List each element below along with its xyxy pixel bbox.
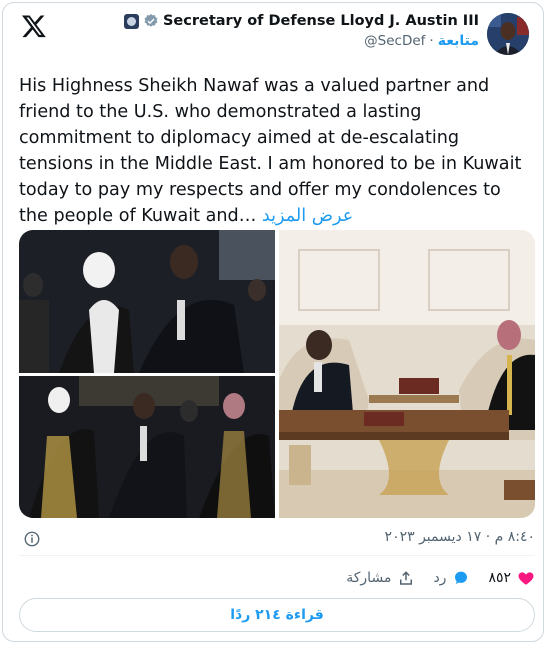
verified-badge-icon [144, 14, 158, 27]
timestamp[interactable]: ٨:٤٠ م · ١٧ ديسمبر ٢٠٢٣ [385, 529, 535, 545]
action-bar: ٨٥٢ رد مشاركة [19, 567, 535, 589]
show-more-link[interactable]: عرض المزيد [262, 206, 353, 226]
follow-button[interactable]: متابعة [438, 33, 479, 49]
heart-icon [518, 572, 534, 585]
tweet-body: His Highness Sheikh Nawaf was a valued p… [19, 76, 522, 226]
media-grid [19, 230, 535, 518]
read-replies-button[interactable]: قراءة ٢١٤ ردًا [19, 598, 535, 632]
tweet-card: Secretary of Defense Lloyd J. Austin III… [2, 2, 544, 642]
like-button[interactable]: ٨٥٢ [488, 569, 535, 587]
x-logo-icon[interactable] [21, 13, 47, 39]
reply-label: رد [433, 570, 447, 586]
photo-1[interactable] [19, 230, 275, 373]
tweet-text: His Highness Sheikh Nawaf was a valued p… [19, 73, 535, 229]
photo-2[interactable] [19, 376, 275, 518]
avatar[interactable] [487, 13, 529, 55]
dod-seal-icon [123, 13, 139, 29]
info-icon[interactable] [23, 530, 41, 548]
separator-dot: · [429, 33, 434, 49]
photo-3[interactable] [279, 230, 535, 518]
handle[interactable]: @SecDef [364, 33, 425, 49]
display-name[interactable]: Secretary of Defense Lloyd J. Austin III [163, 13, 479, 29]
like-count: ٨٥٢ [488, 570, 511, 586]
share-button[interactable]: مشاركة [346, 569, 415, 587]
tweet-meta: ٨:٤٠ م · ١٧ ديسمبر ٢٠٢٣ [19, 529, 535, 549]
share-label: مشاركة [346, 570, 392, 586]
reply-icon [455, 571, 468, 584]
reply-button[interactable]: رد [433, 569, 470, 587]
share-icon [400, 571, 413, 585]
divider [19, 555, 535, 556]
author-header: Secretary of Defense Lloyd J. Austin III… [123, 13, 529, 55]
